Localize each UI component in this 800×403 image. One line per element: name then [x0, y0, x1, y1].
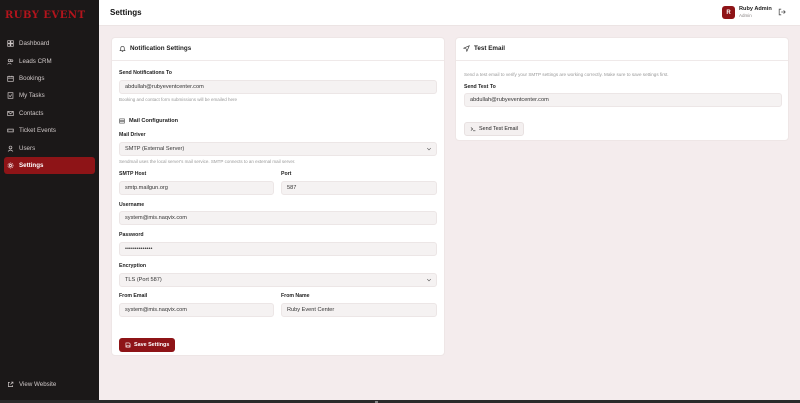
save-settings-label: Save Settings [134, 342, 170, 348]
sidebar-item-bookings[interactable]: Bookings [0, 70, 99, 87]
sidebar-item-label: My Tasks [19, 92, 45, 100]
sidebar-item-label: Leads CRM [19, 57, 52, 65]
encryption-value: TLS (Port 587) [125, 277, 162, 283]
send-test-to-label: Send Test To [464, 84, 496, 90]
from-email-input[interactable]: system@mis.naqvix.com [119, 303, 274, 317]
mail-driver-value: SMTP (External Server) [125, 146, 185, 152]
encryption-label: Encryption [119, 263, 147, 269]
mail-configuration-title: Mail Configuration [119, 118, 178, 124]
sidebar-item-leads-crm[interactable]: Leads CRM [0, 52, 99, 69]
calendar-icon [7, 75, 14, 82]
mail-icon [7, 110, 14, 117]
username-input[interactable]: system@mis.naqvix.com [119, 211, 437, 225]
save-settings-button[interactable]: Save Settings [119, 338, 176, 352]
password-input[interactable]: •••••••••••••• [119, 242, 437, 256]
notification-settings-card: Notification Settings Send Notifications… [111, 37, 445, 356]
sidebar-item-label: Users [19, 144, 36, 152]
sidebar-item-label: Dashboard [19, 40, 50, 48]
send-test-to-input[interactable]: abdullah@rubyeventcenter.com [464, 93, 782, 107]
port-label: Port [281, 171, 292, 177]
mail-configuration-title-text: Mail Configuration [129, 118, 179, 124]
card-divider [456, 60, 788, 61]
test-email-description: Send a test email to verify your SMTP se… [464, 72, 669, 77]
chevron-down-icon [426, 146, 432, 152]
mail-driver-select[interactable]: SMTP (External Server) [119, 142, 437, 156]
encryption-select[interactable]: TLS (Port 587) [119, 273, 437, 287]
sidebar-item-dashboard[interactable]: Dashboard [0, 35, 99, 52]
users-icon [7, 58, 14, 65]
sidebar-item-users[interactable]: Users [0, 139, 99, 156]
smtp-host-input[interactable]: smtp.mailgun.org [119, 181, 274, 195]
sidebar-item-label: Bookings [19, 74, 45, 82]
checklist-icon [7, 92, 14, 100]
sidebar-item-label: Settings [19, 161, 44, 169]
test-email-title-text: Test Email [474, 45, 506, 52]
mail-driver-hint: Sendmail uses the local server's mail se… [119, 159, 296, 164]
sidebar-nav: Dashboard Leads CRM Bookings My Tasks Co… [0, 35, 99, 175]
chevron-down-icon [426, 277, 432, 283]
logout-icon [778, 8, 786, 16]
view-website-link[interactable]: View Website [7, 381, 56, 388]
page-title: Settings [110, 8, 142, 17]
view-website-label: View Website [19, 381, 57, 388]
test-email-title: Test Email [463, 45, 505, 52]
password-label: Password [119, 232, 144, 238]
brand-logo[interactable]: RUBY EVENT [5, 8, 85, 22]
sidebar: RUBY EVENT Dashboard Leads CRM Bookings … [0, 0, 99, 400]
sidebar-item-label: Contacts [19, 109, 44, 117]
test-email-card: Test Email Send a test email to verify y… [455, 37, 789, 141]
user-role: Admin [739, 13, 752, 18]
send-icon [463, 45, 470, 52]
send-test-email-button[interactable]: Send Test Email [464, 122, 524, 136]
notification-settings-title-text: Notification Settings [130, 45, 192, 52]
from-name-input[interactable]: Ruby Event Center [281, 303, 437, 317]
user-icon [7, 145, 14, 152]
sidebar-item-ticket-events[interactable]: Ticket Events [0, 122, 99, 139]
card-divider [112, 60, 444, 61]
sidebar-item-label: Ticket Events [19, 127, 56, 135]
external-link-icon [7, 381, 14, 388]
avatar[interactable]: R [722, 6, 735, 19]
terminal-icon [470, 126, 476, 132]
send-notifications-hint: Booking and contact form submissions wil… [119, 97, 238, 102]
top-bar: Settings R Ruby Admin Admin [99, 0, 800, 26]
sidebar-item-contacts[interactable]: Contacts [0, 105, 99, 122]
brand-logo-text: RUBY EVENT [5, 9, 86, 21]
mail-driver-label: Mail Driver [119, 132, 146, 138]
notification-settings-title: Notification Settings [119, 45, 191, 52]
sidebar-item-my-tasks[interactable]: My Tasks [0, 87, 99, 104]
send-notifications-input[interactable]: abdullah@rubyeventcenter.com [119, 80, 437, 94]
save-icon [125, 342, 131, 348]
from-name-label: From Name [281, 293, 310, 299]
logout-button[interactable] [778, 8, 786, 16]
server-icon [119, 118, 125, 124]
send-test-email-label: Send Test Email [479, 126, 518, 132]
sidebar-item-settings[interactable]: Settings [4, 156, 95, 175]
smtp-host-label: SMTP Host [119, 171, 147, 177]
send-notifications-label: Send Notifications To [119, 70, 172, 76]
user-name: Ruby Admin [739, 6, 772, 12]
ticket-icon [7, 127, 14, 134]
gear-icon [7, 162, 14, 169]
from-email-label: From Email [119, 293, 148, 299]
bell-icon [119, 45, 126, 52]
port-input[interactable]: 587 [281, 181, 437, 195]
dashboard-icon [7, 40, 14, 47]
username-label: Username [119, 202, 145, 208]
